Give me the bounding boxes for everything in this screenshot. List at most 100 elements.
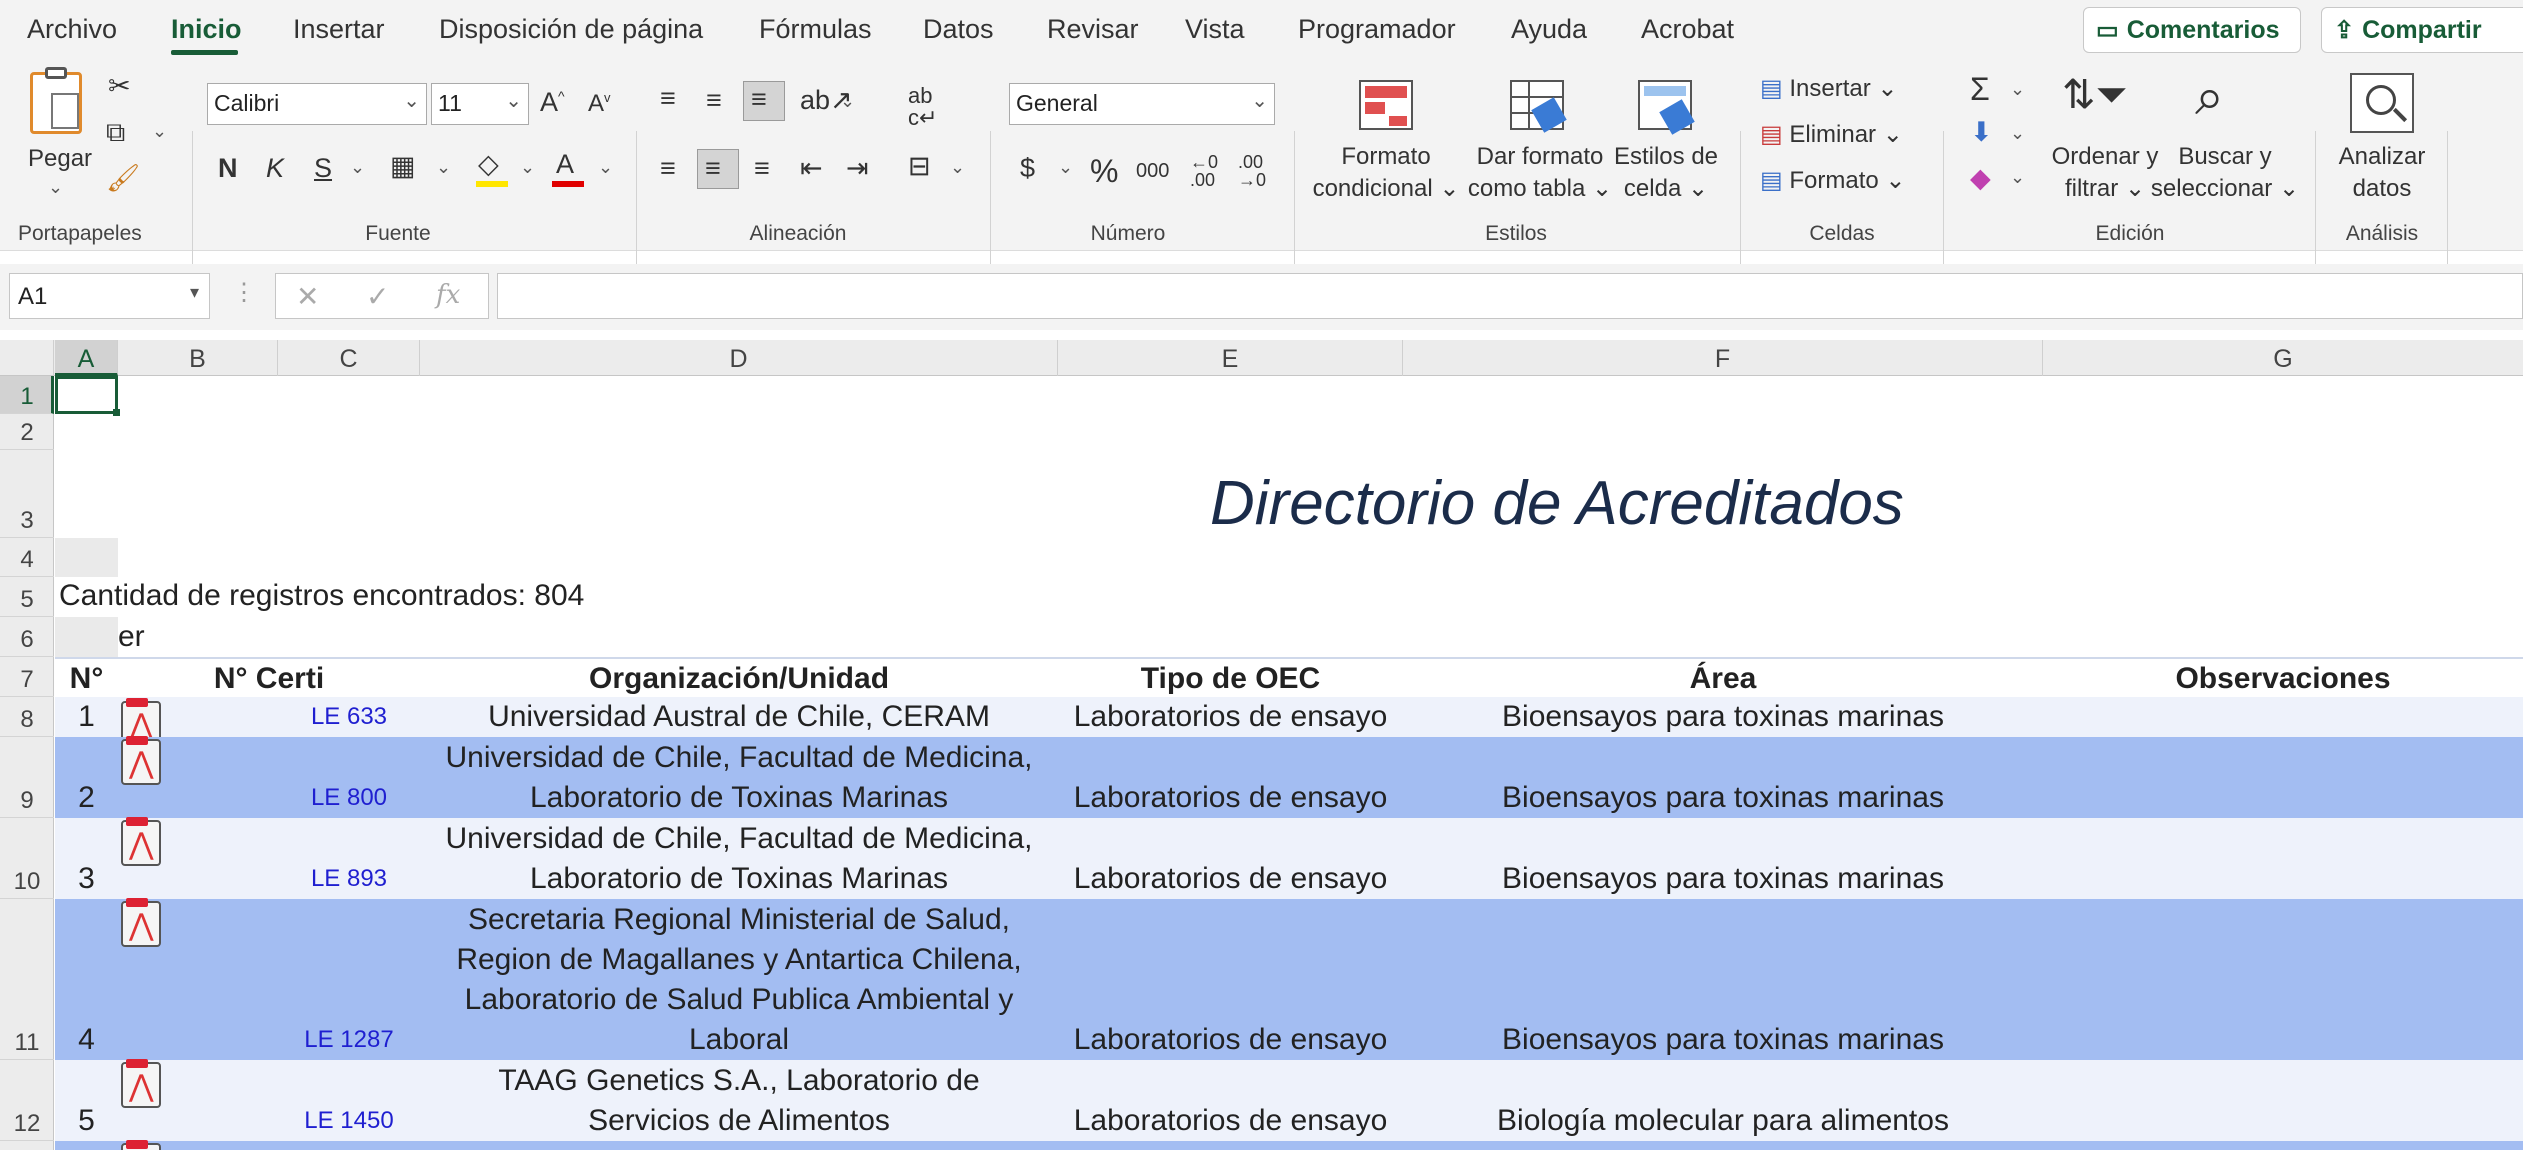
fill-chevron-icon[interactable]: ⌄ [2010,123,2025,144]
enter-icon[interactable]: ✓ [366,280,389,313]
delete-cells-button[interactable]: ▤ Eliminar ⌄ [1760,119,1903,151]
insert-function-icon[interactable]: fx [436,280,460,310]
insert-cells-button[interactable]: ▤ Insertar ⌄ [1760,73,1898,105]
fill-color-icon[interactable]: ◇ [478,151,499,178]
column-header-c[interactable]: C [278,340,420,376]
header-n[interactable]: N° [55,659,118,699]
align-right-icon[interactable]: ≡ [754,155,770,182]
paste-label[interactable]: Pegar [28,143,92,175]
conditional-format-button[interactable]: Formato condicional ⌄ [1305,141,1467,205]
header-area[interactable]: Área [1403,659,2043,699]
column-header-g[interactable]: G [2043,340,2523,376]
share-button[interactable]: ⇪ Compartir [2321,7,2523,53]
row-header-8[interactable]: 8 [0,697,54,737]
search-icon[interactable]: ⌕ [2195,71,2224,123]
table-row[interactable]: 1 ⋀ LE 633 Universidad Austral de Chile,… [55,697,2523,747]
row-header-2[interactable]: 2 [0,414,54,450]
row-header-7[interactable]: 7 [0,657,54,697]
pdf-icon[interactable]: ⋀ [121,817,161,866]
header-cert[interactable]: N° Certi [118,659,420,699]
tab-programador[interactable]: Programador [1298,14,1456,45]
table-row[interactable]: 5 ⋀ LE 1450 TAAG Genetics S.A., Laborato… [55,1059,2523,1141]
cell-b6[interactable]: er [118,617,145,657]
wrap-text-icon[interactable]: ab c↵ [908,85,937,129]
header-org[interactable]: Organización/Unidad [420,659,1058,699]
format-painter-icon[interactable]: 🖌 [106,165,140,192]
find-select-button[interactable]: Buscar y seleccionar ⌄ [2150,141,2300,205]
header-obs[interactable]: Observaciones [2043,659,2523,699]
paste-chevron-icon[interactable]: ⌄ [48,177,63,198]
italic-button[interactable]: K [266,155,284,182]
select-all-button[interactable] [0,340,54,376]
font-color-icon[interactable]: A [556,151,574,178]
pdf-icon[interactable]: ⋀ [121,1059,161,1108]
table-row[interactable]: 4 ⋀ LE 1287 Secretaria Regional Minister… [55,898,2523,1060]
column-header-d[interactable]: D [420,340,1058,376]
tab-inicio[interactable]: Inicio [171,14,242,45]
borders-icon[interactable]: ▦ [390,153,416,180]
pdf-icon[interactable]: ⋀ [121,736,161,785]
cancel-icon[interactable]: ✕ [296,280,319,313]
align-left-icon[interactable]: ≡ [660,155,676,182]
tab-datos[interactable]: Datos [923,14,994,45]
fill-handle[interactable] [113,409,120,416]
format-as-table-button[interactable]: Dar formato como tabla ⌄ [1460,141,1620,205]
cell-styles-icon[interactable] [1638,80,1695,135]
align-middle-icon[interactable]: ≡ [706,87,722,114]
autosum-icon[interactable]: Σ [1970,73,1990,105]
orientation-chevron-icon[interactable]: ⌄ [840,91,855,112]
cell-a6[interactable] [55,617,118,657]
clear-chevron-icon[interactable]: ⌄ [2010,167,2025,188]
number-format-select[interactable]: General ⌄ [1009,83,1275,125]
tab-ayuda[interactable]: Ayuda [1511,14,1587,45]
align-bottom-button[interactable]: ≡ [743,81,785,121]
pdf-icon[interactable]: ⋀ [121,898,161,947]
merge-chevron-icon[interactable]: ⌄ [950,157,965,178]
column-header-a[interactable]: A [55,340,118,376]
row-header-1[interactable]: 1 [0,376,54,414]
analyze-data-button[interactable]: Analizar datos [2320,141,2444,205]
pdf-icon[interactable] [121,1140,161,1150]
autosum-chevron-icon[interactable]: ⌄ [2010,79,2025,100]
tab-vista[interactable]: Vista [1185,14,1245,45]
font-name-select[interactable]: Calibri ⌄ [207,83,427,125]
percent-button[interactable]: % [1090,155,1118,187]
underline-button[interactable]: S [314,155,332,182]
clear-icon[interactable]: ◆ [1970,165,1991,192]
fill-icon[interactable]: ⬇ [1970,119,1993,146]
copy-icon[interactable]: ⧉ [106,119,125,146]
align-center-button[interactable]: ≡ [697,149,739,189]
table-row[interactable]: 3 ⋀ LE 893 Universidad de Chile, Faculta… [55,817,2523,899]
decrease-decimal-icon[interactable]: .00 →0 [1238,153,1266,189]
column-header-e[interactable]: E [1058,340,1403,376]
selected-cell-a1[interactable] [55,376,118,414]
row-header-4[interactable]: 4 [0,538,54,577]
sort-filter-icon[interactable]: ⇅⏷ [2062,75,2128,115]
format-cells-button[interactable]: ▤ Formato ⌄ [1760,165,1906,197]
certificate-link[interactable]: LE 893 [278,859,420,899]
borders-chevron-icon[interactable]: ⌄ [436,157,451,178]
merge-center-icon[interactable]: ⊟ [908,153,931,180]
row-header-6[interactable]: 6 [0,617,54,657]
certificate-link[interactable]: LE 1450 [278,1101,420,1141]
font-size-select[interactable]: 11 ⌄ [431,83,529,125]
comments-button[interactable]: ▭ Comentarios [2083,7,2301,53]
column-header-b[interactable]: B [118,340,278,376]
column-header-f[interactable]: F [1403,340,2043,376]
row-header-12[interactable]: 12 [0,1060,54,1141]
name-box[interactable]: A1 ▾ [9,273,210,319]
decrease-indent-icon[interactable]: ⇤ [800,155,823,182]
currency-button[interactable]: $ [1020,155,1035,182]
sheet-grid[interactable]: Directorio de Acreditados Cantidad de re… [55,376,2523,1150]
row-header-11[interactable]: 11 [0,899,54,1060]
fill-color-chevron-icon[interactable]: ⌄ [520,157,535,178]
decrease-font-icon[interactable]: Av [588,91,611,116]
format-table-icon[interactable] [1510,80,1567,133]
bold-button[interactable]: N [218,155,238,182]
certificate-link[interactable]: LE 800 [278,778,420,818]
tab-acrobat[interactable]: Acrobat [1641,14,1734,45]
increase-font-icon[interactable]: A^ [540,89,565,116]
tab-archivo[interactable]: Archivo [27,14,117,45]
tab-insertar[interactable]: Insertar [293,14,385,45]
copy-chevron-icon[interactable]: ⌄ [152,121,167,142]
